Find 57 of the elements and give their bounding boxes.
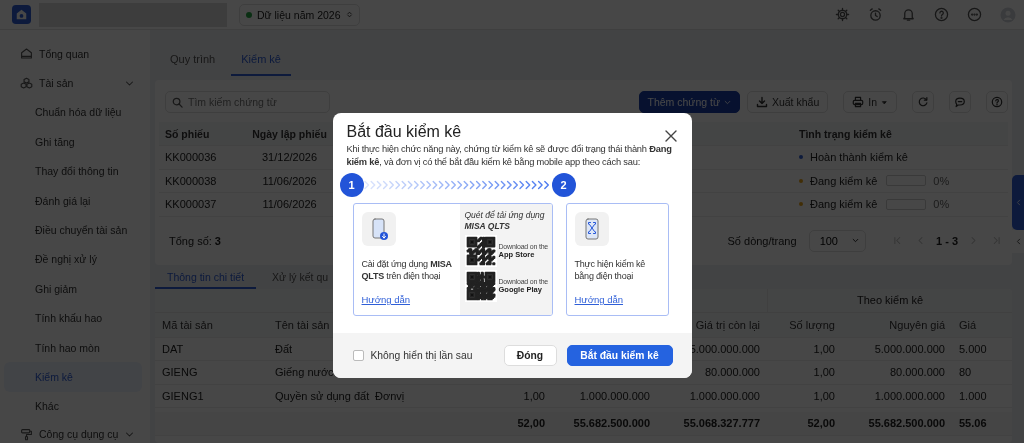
table-cell-text: 1,00: [812, 389, 836, 402]
status-label: Hoàn thành kiểm kê: [810, 151, 908, 164]
table-cell-text: GIENG: [161, 366, 199, 379]
rows-per-page-label: Số dòng/trang: [727, 234, 797, 247]
table-cell-text: 80: [958, 366, 973, 379]
status-label: Đang kiểm kê: [810, 198, 878, 211]
table-cell-text: 80.000.000: [888, 366, 946, 379]
step-number: 1: [339, 173, 364, 197]
table-cell-text: 52,00: [516, 417, 546, 430]
table-cell-text: Đơnvị: [374, 389, 406, 402]
table-cell-text: 80.000.000: [703, 366, 761, 379]
table-cell-text: 55.06: [958, 417, 988, 430]
close-dialog-button[interactable]: Đóng: [503, 345, 557, 366]
table-cell-text: 1.000.000.000: [578, 389, 651, 402]
table-cell-text: 11/06/2026: [261, 174, 318, 187]
table-cell-text: 31/12/2026: [260, 151, 319, 164]
table-cell-text: 52,00: [806, 417, 836, 430]
step-number: 2: [551, 173, 576, 197]
step-text: Cài đặt ứng dụng MISA QLTS trên điện thoại: [361, 258, 453, 282]
phone-download-icon: [361, 212, 396, 246]
table-cell-text: 55.682.500.000: [572, 417, 651, 430]
table-cell-text: 11/06/2026: [261, 198, 318, 211]
qr-code-icon: [464, 235, 497, 267]
close-icon: [663, 129, 678, 143]
dialog-title: Bắt đầu kiểm kê: [346, 123, 462, 141]
phone-scan-icon: [574, 212, 609, 246]
table-cell-text: 1,00: [522, 389, 546, 402]
start-button[interactable]: Bắt đầu kiểm kê: [566, 345, 673, 366]
table-cell-text: 55.682.500.000: [867, 417, 946, 430]
table-cell-text: 1.000.000.000: [688, 389, 761, 402]
table-cell-text: 5.000.000.000: [688, 342, 761, 355]
table-cell-text: 5.000.000.000: [873, 342, 946, 355]
table-cell-text: 1.000: [958, 389, 988, 402]
page-range: 1 - 3: [936, 234, 958, 247]
table-cell-text: 5.000: [958, 342, 988, 355]
close-button[interactable]: [663, 129, 678, 143]
table-cell-text: GIENG1: [161, 389, 205, 402]
table-cell-text: DAT: [161, 342, 185, 355]
download-caption: Quét để tải ứng dụng MISA QLTS: [464, 210, 546, 232]
dialog-description: Khi thực hiện chức năng này, chứng từ kiểm kê sẽ được đổi trạng thái thành Đang kiểm kê, và đơn vị có thể bắt đầu kiểm kê bằng mobile app theo cách sau:: [346, 143, 673, 169]
table-cell-text: 55.068.327.777: [682, 417, 761, 430]
table-cell-text: KK000036: [164, 151, 218, 164]
table-cell-text: 1,00: [812, 342, 836, 355]
table-cell-text: KK000037: [164, 198, 218, 211]
table-cell-text: Đất: [274, 342, 294, 355]
step-text: Thực hiện kiểm kê bằng điện thoại: [574, 258, 647, 282]
table-cell-text: Giếng nước: [274, 366, 335, 379]
guide-link[interactable]: Hướng dẫn: [574, 294, 623, 305]
status-label: Đang kiểm kê: [810, 174, 878, 187]
guide-link[interactable]: Hướng dẫn: [361, 294, 410, 305]
qr-code-icon: [464, 270, 497, 302]
checkbox[interactable]: [352, 350, 364, 361]
table-cell-text: Quyền sử dụng đất: [274, 389, 371, 402]
table-cell-text: 1.000.000.000: [873, 389, 946, 402]
table-cell-text: KK000038: [164, 174, 218, 187]
table-cell-text: 1,00: [812, 366, 836, 379]
checkbox-label: Không hiển thị lần sau: [370, 350, 473, 361]
